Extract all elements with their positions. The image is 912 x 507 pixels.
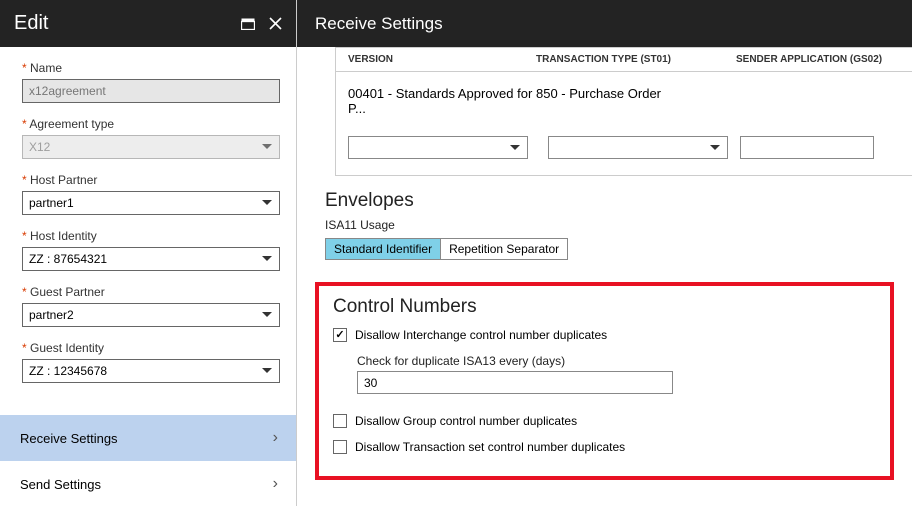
isa13-days-input[interactable] bbox=[357, 371, 673, 394]
checkbox-disallow-transaction[interactable] bbox=[333, 440, 347, 454]
check-disallow-group-row: Disallow Group control number duplicates bbox=[333, 414, 876, 428]
agreement-type-select: X12 bbox=[22, 135, 280, 159]
col-version-header: VERSION bbox=[336, 54, 536, 65]
name-input bbox=[22, 79, 280, 103]
close-icon[interactable] bbox=[269, 17, 282, 30]
control-numbers-heading: Control Numbers bbox=[333, 296, 876, 318]
edit-blade: Edit Name Agreement type X12 Host Partne… bbox=[0, 0, 297, 506]
label-disallow-interchange: Disallow Interchange control number dupl… bbox=[355, 328, 607, 342]
nav-send-label: Send Settings bbox=[20, 477, 101, 492]
nav-receive-settings[interactable]: Receive Settings › bbox=[0, 415, 296, 461]
envelopes-section: Envelopes ISA11 Usage Standard Identifie… bbox=[297, 176, 912, 274]
receive-title: Receive Settings bbox=[315, 14, 443, 34]
maximize-icon[interactable] bbox=[241, 18, 255, 30]
host-identity-label: Host Identity bbox=[22, 229, 282, 243]
cell-version: 00401 - Standards Approved for P... bbox=[336, 86, 536, 116]
schema-table: VERSION TRANSACTION TYPE (ST01) SENDER A… bbox=[335, 47, 912, 176]
checkbox-disallow-group[interactable] bbox=[333, 414, 347, 428]
agreement-type-label: Agreement type bbox=[22, 117, 282, 131]
edit-header: Edit bbox=[0, 0, 296, 47]
chevron-right-icon: › bbox=[273, 429, 278, 447]
filter-type-select[interactable] bbox=[548, 136, 728, 159]
envelopes-heading: Envelopes bbox=[325, 190, 884, 212]
checkbox-disallow-interchange[interactable] bbox=[333, 328, 347, 342]
isa11-label: ISA11 Usage bbox=[325, 218, 884, 232]
toggle-standard-identifier[interactable]: Standard Identifier bbox=[326, 239, 440, 259]
check-disallow-transaction-row: Disallow Transaction set control number … bbox=[333, 440, 876, 454]
isa13-days-label: Check for duplicate ISA13 every (days) bbox=[357, 354, 876, 368]
receive-header: Receive Settings bbox=[297, 0, 912, 47]
isa13-days-block: Check for duplicate ISA13 every (days) bbox=[357, 354, 876, 394]
filter-sender-input[interactable] bbox=[740, 136, 874, 159]
guest-identity-label: Guest Identity bbox=[22, 341, 282, 355]
nav-receive-label: Receive Settings bbox=[20, 431, 118, 446]
control-numbers-section: Control Numbers Disallow Interchange con… bbox=[315, 282, 894, 480]
guest-identity-select[interactable]: ZZ : 12345678 bbox=[22, 359, 280, 383]
name-label: Name bbox=[22, 61, 282, 75]
label-disallow-transaction: Disallow Transaction set control number … bbox=[355, 440, 625, 454]
cell-sender bbox=[736, 86, 912, 116]
host-identity-select[interactable]: ZZ : 87654321 bbox=[22, 247, 280, 271]
filter-row bbox=[336, 130, 912, 176]
table-row: 00401 - Standards Approved for P... 850 … bbox=[336, 72, 912, 130]
cell-type: 850 - Purchase Order bbox=[536, 86, 736, 116]
toggle-repetition-separator[interactable]: Repetition Separator bbox=[440, 239, 567, 259]
col-type-header: TRANSACTION TYPE (ST01) bbox=[536, 54, 736, 65]
label-disallow-group: Disallow Group control number duplicates bbox=[355, 414, 577, 428]
col-sender-header: SENDER APPLICATION (GS02) bbox=[736, 54, 912, 65]
guest-partner-label: Guest Partner bbox=[22, 285, 282, 299]
receive-settings-blade: Receive Settings VERSION TRANSACTION TYP… bbox=[297, 0, 912, 506]
isa11-toggle: Standard Identifier Repetition Separator bbox=[325, 238, 568, 260]
chevron-right-icon: › bbox=[273, 475, 278, 493]
nav-send-settings[interactable]: Send Settings › bbox=[0, 461, 296, 507]
host-partner-select[interactable]: partner1 bbox=[22, 191, 280, 215]
filter-version-select[interactable] bbox=[348, 136, 528, 159]
guest-partner-select[interactable]: partner2 bbox=[22, 303, 280, 327]
settings-nav: Receive Settings › Send Settings › bbox=[0, 415, 296, 507]
edit-title: Edit bbox=[14, 12, 48, 35]
check-disallow-interchange-row: Disallow Interchange control number dupl… bbox=[333, 328, 876, 342]
host-partner-label: Host Partner bbox=[22, 173, 282, 187]
agreement-form: Name Agreement type X12 Host Partner par… bbox=[0, 47, 296, 397]
